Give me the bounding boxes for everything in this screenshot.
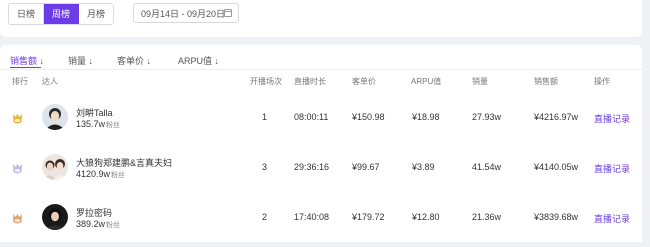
sales-amount-value: ¥3839.68w — [534, 212, 579, 222]
col-sales-amount: 销售额 — [534, 77, 558, 86]
talent-name: 大狼狗郑建鹏&言真夫妇 — [76, 158, 173, 168]
unit-price-value: ¥179.72 — [352, 212, 385, 222]
arpu-value: ¥12.80 — [412, 212, 440, 222]
sales-volume-value: 27.93w — [472, 112, 502, 122]
col-duration: 直播时长 — [294, 77, 326, 86]
unit-price-value: ¥150.98 — [352, 112, 385, 122]
avatar — [42, 204, 68, 230]
duration-value: 17:40:08 — [294, 212, 330, 222]
col-action: 操作 — [594, 77, 610, 86]
sessions-value: 1 — [262, 112, 268, 122]
fans-count: 4120.9w粉丝 — [76, 169, 126, 179]
tab-week[interactable]: 周榜 — [44, 4, 79, 24]
tab-month[interactable]: 月榜 — [79, 4, 113, 24]
col-sales-volume: 销量 — [472, 77, 488, 86]
table-row: 罗拉密码 389.2w粉丝 2 17:40:08 ¥179.72 ¥12.80 … — [0, 197, 642, 247]
fans-count: 135.7w粉丝 — [76, 119, 121, 129]
sort-sales-amount[interactable]: 销售额 ↓ — [10, 54, 44, 67]
sales-volume-value: 21.36w — [472, 212, 502, 222]
date-range-picker[interactable]: 09月14日 - 09月20日 — [133, 3, 239, 23]
talent-name: 罗拉密码 — [76, 208, 113, 218]
sessions-value: 2 — [262, 212, 268, 222]
arpu-value: ¥18.98 — [412, 112, 440, 122]
table-row: 刘畊Talla 135.7w粉丝 1 08:00:11 ¥150.98 ¥18.… — [0, 97, 642, 147]
table-row: 大狼狗郑建鹏&言真夫妇 4120.9w粉丝 3 29:36:16 ¥99.67 … — [0, 147, 642, 197]
divider — [0, 69, 642, 70]
col-talent: 达人 — [42, 77, 58, 86]
sort-arpu[interactable]: ARPU值 ↓ — [178, 54, 219, 67]
sort-sales-volume[interactable]: 销量 ↓ — [68, 54, 93, 67]
live-record-link[interactable]: 直播记录 — [594, 112, 630, 125]
sales-volume-value: 41.54w — [472, 162, 502, 172]
sort-unit-price[interactable]: 客单价 ↓ — [117, 54, 151, 67]
sales-amount-value: ¥4140.05w — [534, 162, 579, 172]
duration-value: 29:36:16 — [294, 162, 330, 172]
gold-medal-icon — [13, 114, 22, 124]
period-tabs: 日榜 周榜 月榜 — [8, 3, 114, 25]
duration-value: 08:00:11 — [294, 112, 329, 122]
talent-name: 刘畊Talla — [76, 108, 113, 118]
live-record-link[interactable]: 直播记录 — [594, 162, 630, 175]
sales-amount-value: ¥4216.97w — [534, 112, 579, 122]
col-arpu: ARPU值 — [411, 77, 442, 86]
col-rank: 排行 — [12, 77, 28, 86]
sessions-value: 3 — [262, 162, 268, 172]
col-unit-price: 客单价 — [352, 77, 376, 86]
tab-day[interactable]: 日榜 — [9, 4, 44, 24]
arpu-value: ¥3.89 — [412, 162, 435, 172]
unit-price-value: ¥99.67 — [352, 162, 380, 172]
avatar — [42, 154, 68, 180]
col-sessions: 开播场次 — [250, 77, 282, 86]
bronze-medal-icon — [13, 214, 22, 224]
calendar-icon — [224, 9, 232, 17]
ranking-panel: 销售额 ↓ 销量 ↓ 客单价 ↓ ARPU值 ↓ 排行 达人 开播场次 直播时长… — [0, 45, 642, 242]
filter-bar: 日榜 周榜 月榜 09月14日 - 09月20日 — [0, 0, 642, 37]
date-range-text: 09月14日 - 09月20日 — [141, 9, 226, 19]
active-sort-underline — [10, 67, 41, 68]
live-record-link[interactable]: 直播记录 — [594, 212, 630, 225]
silver-medal-icon — [13, 164, 22, 174]
avatar — [42, 104, 68, 130]
fans-count: 389.2w粉丝 — [76, 219, 121, 229]
